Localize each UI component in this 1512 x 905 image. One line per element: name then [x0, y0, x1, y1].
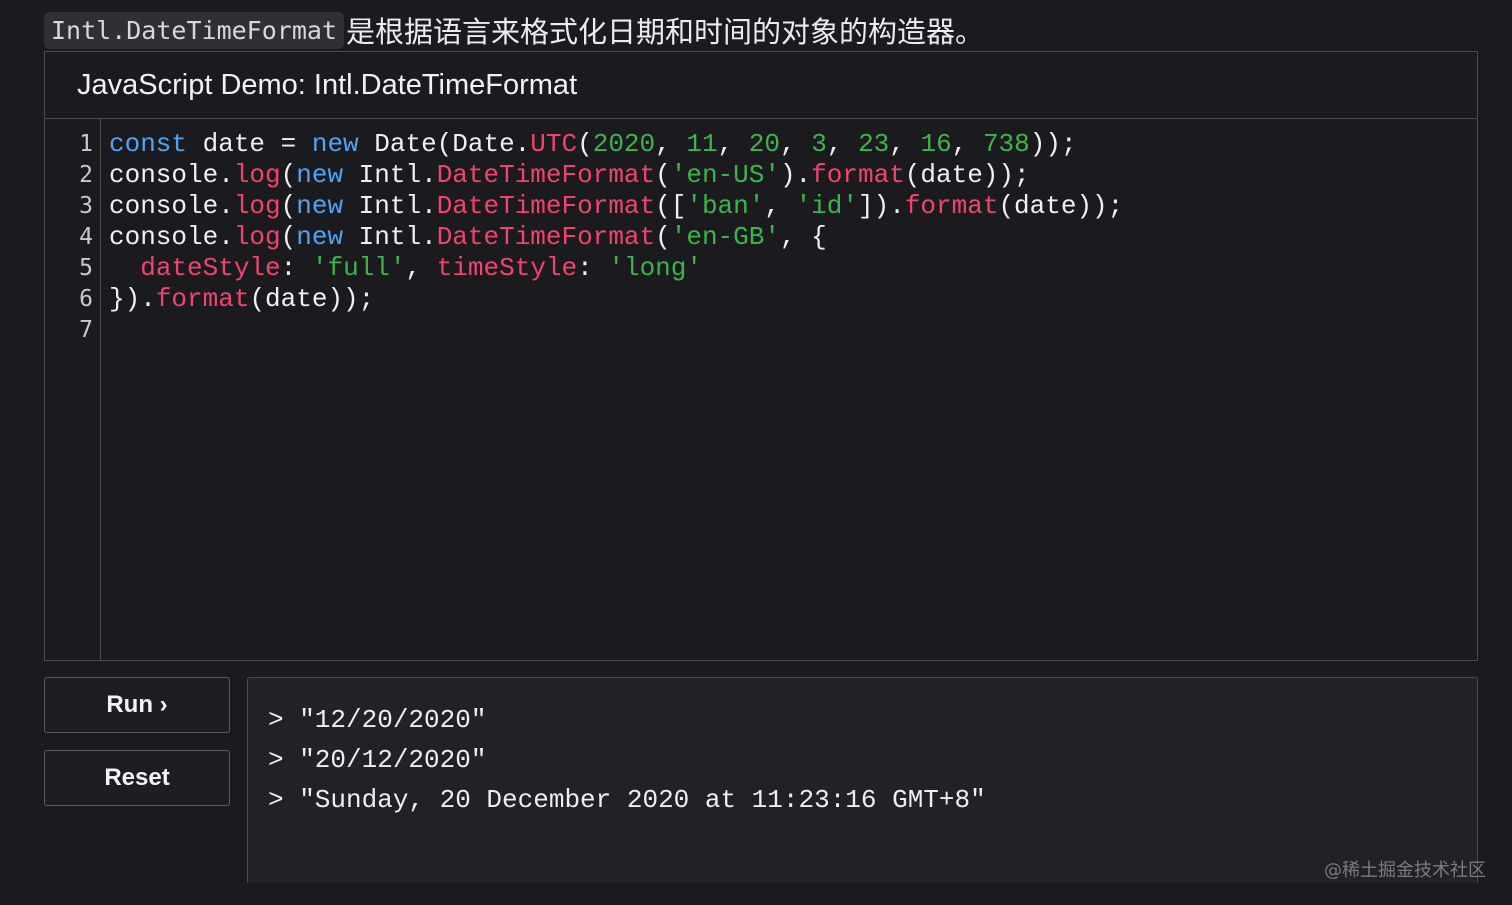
code-token: console. — [109, 160, 234, 190]
code-token: 'en-GB' — [670, 222, 780, 252]
code-token: 20 — [748, 129, 781, 159]
code-line: console.log(new Intl.DateTimeFormat(['ba… — [109, 191, 1477, 222]
code-token: 'ban' — [686, 191, 765, 221]
code-token: }). — [109, 284, 156, 314]
code-token: DateTimeFormat — [436, 191, 656, 221]
code-token: , — [780, 129, 812, 159]
code-line: console.log(new Intl.DateTimeFormat('en-… — [109, 160, 1477, 191]
code-token: const — [109, 129, 188, 159]
console-output: > "12/20/2020" > "20/12/2020" > "Sunday, 2… — [247, 677, 1478, 883]
code-token: ( — [655, 160, 671, 190]
code-token: Date(Date. — [358, 129, 531, 159]
code-token: new — [296, 160, 344, 190]
code-line: const date = new Date(Date.UTC(2020, 11,… — [109, 129, 1477, 160]
code-token: dateStyle — [140, 253, 281, 283]
inline-code: Intl.DateTimeFormat — [44, 11, 344, 49]
code-token: , — [655, 129, 687, 159]
demo-title: JavaScript Demo: Intl.DateTimeFormat — [45, 52, 1477, 119]
code-token: , — [717, 129, 749, 159]
code-token: log — [233, 160, 281, 190]
line-number: 2 — [79, 162, 93, 188]
code-token: 2020 — [592, 129, 656, 159]
code-line: }).format(date)); — [109, 284, 1477, 315]
code-token: UTC — [530, 129, 578, 159]
code-token: new — [296, 191, 344, 221]
code-token: (date)); — [904, 160, 1030, 190]
code-token: console. — [109, 191, 234, 221]
code-token: DateTimeFormat — [436, 160, 656, 190]
code-line: dateStyle: 'full', timeStyle: 'long' — [109, 253, 1477, 284]
code-token: (date)); — [249, 284, 375, 314]
console-line: > "12/20/2020" — [268, 705, 487, 735]
code-token: Intl. — [343, 191, 437, 221]
code-token: )); — [1029, 129, 1077, 159]
code-token: DateTimeFormat — [436, 222, 656, 252]
code-editor[interactable]: 1234567 const date = new Date(Date.UTC(2… — [45, 119, 1477, 660]
line-number: 5 — [79, 255, 93, 281]
line-number: 4 — [79, 224, 93, 250]
reset-button[interactable]: Reset — [44, 750, 230, 806]
code-token: 'long' — [608, 253, 702, 283]
code-token: format — [904, 191, 999, 221]
code-token: , { — [779, 222, 827, 252]
code-token: 3 — [811, 129, 827, 159]
line-number: 3 — [79, 193, 93, 219]
console-line: > "20/12/2020" — [268, 745, 487, 775]
code-token: ( — [280, 191, 297, 221]
line-number: 7 — [79, 317, 93, 343]
code-token: , — [826, 129, 859, 159]
code-line: console.log(new Intl.DateTimeFormat('en-… — [109, 222, 1477, 253]
intro-text: 是根据语言来格式化日期和时间的对象的构造器。 — [345, 17, 984, 49]
line-number: 6 — [79, 286, 93, 312]
code-token: ). — [779, 160, 812, 190]
code-token: : — [577, 253, 609, 283]
code-token: 11 — [686, 129, 718, 159]
code-token: log — [233, 222, 281, 252]
code-token: ]). — [858, 191, 905, 221]
run-button[interactable]: Run › — [44, 677, 230, 733]
code-token: log — [233, 191, 281, 221]
code-token: format — [155, 284, 250, 314]
code-token: 'en-US' — [670, 160, 780, 190]
code-token: , — [889, 129, 921, 159]
console-line: > "Sunday, 20 December 2020 at 11:23:16 … — [268, 785, 986, 815]
code-token: 738 — [982, 129, 1030, 159]
code-token: format — [811, 160, 905, 190]
code-token: 23 — [858, 129, 890, 159]
code-token: ( — [577, 129, 593, 159]
code-token: , — [764, 191, 796, 221]
code-token: ( — [280, 222, 297, 252]
line-number: 1 — [79, 131, 93, 157]
code-token: , — [951, 129, 983, 159]
code-token: 16 — [920, 129, 952, 159]
code-token: 'full' — [311, 253, 406, 283]
code-token: new — [311, 129, 359, 159]
code-token: , — [405, 253, 437, 283]
code-token: Intl. — [343, 222, 437, 252]
intro-sentence: Intl.DateTimeFormat 是根据语言来格式化日期和时间的对象的构造… — [44, 10, 984, 50]
code-token: ([ — [655, 191, 687, 221]
code-token: Intl. — [343, 160, 437, 190]
code-token: timeStyle — [436, 253, 578, 283]
code-token: new — [296, 222, 344, 252]
code-token: 'id' — [795, 191, 858, 221]
code-token: (date)); — [998, 191, 1124, 221]
code-area[interactable]: const date = new Date(Date.UTC(2020, 11,… — [101, 119, 1477, 660]
code-token: ( — [655, 222, 671, 252]
demo-panel: JavaScript Demo: Intl.DateTimeFormat 123… — [44, 51, 1478, 661]
code-token: date = — [187, 129, 312, 159]
code-token: : — [280, 253, 312, 283]
code-token: console. — [109, 222, 234, 252]
watermark: @稀土掘金技术社区 — [1324, 860, 1486, 881]
line-number-gutter: 1 2 3 4 5 6 7 — [45, 119, 101, 660]
code-token: ( — [280, 160, 297, 190]
